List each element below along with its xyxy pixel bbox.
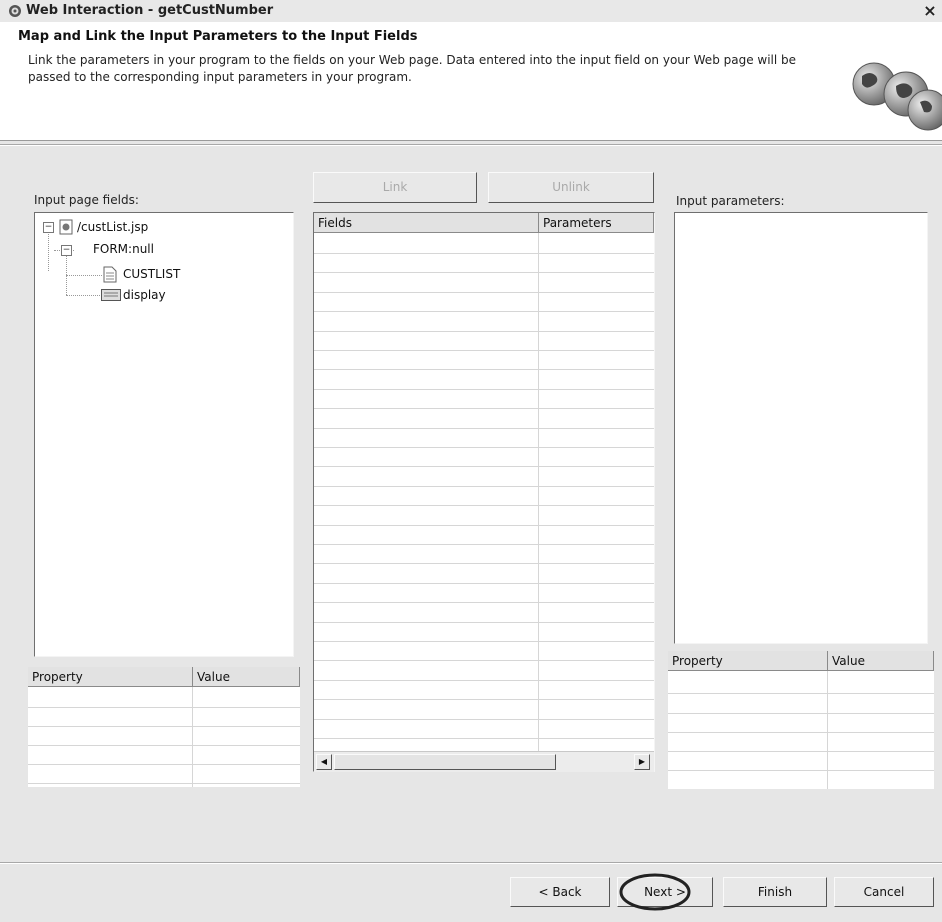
table-row <box>314 525 654 526</box>
window-title: Web Interaction - getCustNumber <box>26 3 274 18</box>
grid-line <box>668 751 934 752</box>
table-row <box>314 486 654 487</box>
property-column-header[interactable]: Property <box>28 667 193 687</box>
input-parameters-list[interactable] <box>674 212 928 644</box>
value-column-header[interactable]: Value <box>828 651 934 671</box>
highlight-circle <box>619 873 691 911</box>
tree-item-display[interactable]: display <box>123 285 166 305</box>
scroll-right-icon[interactable]: ▶ <box>634 754 650 770</box>
tree-line <box>48 231 49 271</box>
left-property-table: Property Value <box>28 667 300 787</box>
table-row <box>314 719 654 720</box>
input-parameters-label: Input parameters: <box>676 194 785 208</box>
separator <box>0 862 942 864</box>
table-row <box>314 428 654 429</box>
table-row <box>314 447 654 448</box>
grid-line <box>28 783 300 784</box>
back-button[interactable]: < Back <box>510 877 610 907</box>
input-page-fields-tree[interactable]: − /custList.jsp − FORM:null CUSTLIST dis… <box>34 212 294 657</box>
grid-line <box>827 671 828 789</box>
separator <box>0 144 942 146</box>
right-property-table: Property Value <box>668 651 934 789</box>
tree-line <box>66 295 102 296</box>
grid-line <box>28 726 300 727</box>
collapse-icon[interactable]: − <box>43 222 54 233</box>
grid-line <box>668 713 934 714</box>
link-button[interactable]: Link <box>313 172 477 203</box>
tree-line <box>66 275 102 276</box>
table-row <box>314 311 654 312</box>
scrollbar-thumb[interactable] <box>334 754 556 770</box>
fields-column-header[interactable]: Fields <box>314 213 539 233</box>
tree-item-form[interactable]: FORM:null <box>93 239 154 259</box>
close-icon[interactable]: × <box>920 1 940 21</box>
table-row <box>314 699 654 700</box>
table-row <box>314 292 654 293</box>
parameters-column-header[interactable]: Parameters <box>539 213 654 233</box>
unlink-button[interactable]: Unlink <box>488 172 654 203</box>
tree-item-custlist[interactable]: CUSTLIST <box>123 264 180 284</box>
table-row <box>314 350 654 351</box>
table-row <box>314 253 654 254</box>
globe-icon <box>852 62 942 131</box>
property-column-header[interactable]: Property <box>668 651 828 671</box>
table-row <box>314 272 654 273</box>
grid-line <box>668 770 934 771</box>
table-row <box>314 389 654 390</box>
table-row <box>314 466 654 467</box>
document-icon <box>103 266 117 283</box>
grid-line <box>192 687 193 787</box>
value-column-header[interactable]: Value <box>193 667 300 687</box>
table-row <box>314 622 654 623</box>
collapse-icon[interactable]: − <box>61 245 72 256</box>
table-row <box>314 369 654 370</box>
horizontal-scrollbar[interactable]: ◀ ▶ <box>314 751 654 772</box>
table-row <box>314 660 654 661</box>
table-row <box>314 505 654 506</box>
grid-line <box>28 707 300 708</box>
page-title: Map and Link the Input Parameters to the… <box>18 29 418 44</box>
finish-button[interactable]: Finish <box>723 877 827 907</box>
grid-line <box>28 764 300 765</box>
table-row <box>314 408 654 409</box>
button-field-icon <box>101 289 121 301</box>
grid-line <box>28 745 300 746</box>
tree-line <box>66 251 67 295</box>
jsp-file-icon <box>59 219 73 235</box>
tree-item-custlist-jsp[interactable]: /custList.jsp <box>77 217 148 237</box>
cancel-button[interactable]: Cancel <box>834 877 934 907</box>
grid-line <box>668 693 934 694</box>
table-row <box>314 738 654 739</box>
app-icon <box>9 5 21 17</box>
table-row <box>314 583 654 584</box>
table-row <box>314 680 654 681</box>
table-row <box>314 563 654 564</box>
scroll-left-icon[interactable]: ◀ <box>316 754 332 770</box>
table-row <box>314 544 654 545</box>
table-row <box>314 641 654 642</box>
grid-line <box>668 732 934 733</box>
field-parameter-table[interactable]: Fields Parameters ◀ ▶ <box>313 212 655 772</box>
page-description: Link the parameters in your program to t… <box>28 53 797 84</box>
table-row <box>314 331 654 332</box>
input-page-fields-label: Input page fields: <box>34 193 139 207</box>
table-row <box>314 602 654 603</box>
